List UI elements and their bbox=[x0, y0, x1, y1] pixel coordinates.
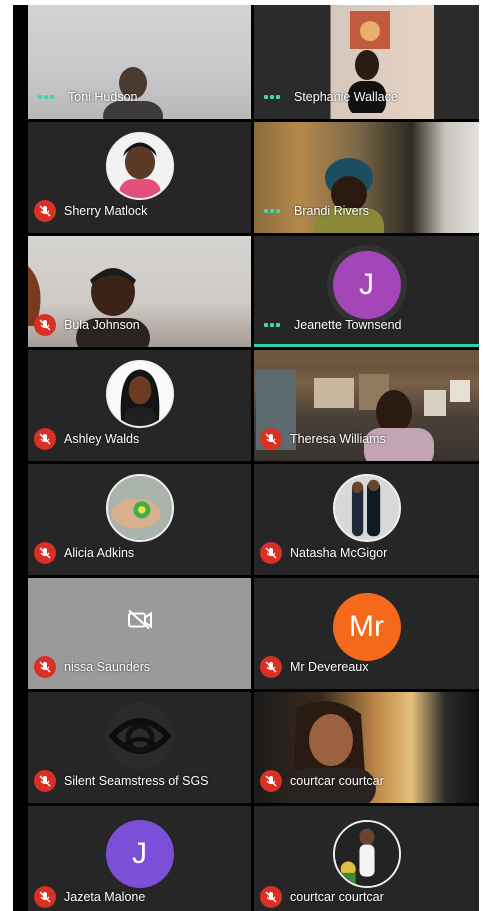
participant-name-row: Jeanette Townsend bbox=[260, 313, 402, 337]
participant-name-row: Stephanie Wallace bbox=[260, 85, 398, 109]
participant-tile[interactable]: Natasha McGigor bbox=[254, 464, 479, 575]
avatar bbox=[105, 132, 174, 201]
participant-name-row: Silent Seamstress of SGS bbox=[34, 769, 209, 793]
participant-name-row: Jazeta Malone bbox=[34, 885, 145, 909]
avatar bbox=[105, 360, 174, 429]
participant-name: Mr Devereaux bbox=[290, 660, 369, 674]
participant-name-row: Toni Hudson bbox=[34, 85, 138, 109]
participant-name-row: Natasha McGigor bbox=[260, 541, 387, 565]
participant-name: Brandi Rivers bbox=[294, 204, 370, 218]
avatar bbox=[105, 474, 174, 543]
participant-name: courtcar courtcar bbox=[290, 890, 384, 904]
avatar: Mr bbox=[332, 592, 401, 661]
mic-off-icon bbox=[34, 770, 56, 792]
participant-tile[interactable]: Bula Johnson bbox=[28, 236, 251, 347]
participant-name: Bula Johnson bbox=[64, 318, 140, 332]
participant-name-row: Ashley Walds bbox=[34, 427, 139, 451]
mic-off-icon bbox=[260, 542, 282, 564]
participant-tile[interactable]: nissa Saunders bbox=[28, 578, 251, 689]
participant-tile[interactable]: Brandi Rivers bbox=[254, 122, 479, 233]
participant-name: Alicia Adkins bbox=[64, 546, 135, 560]
participant-name: Jeanette Townsend bbox=[294, 318, 402, 332]
participant-name: Ashley Walds bbox=[64, 432, 140, 446]
participant-name: Silent Seamstress of SGS bbox=[64, 774, 209, 788]
participant-tile[interactable]: Sherry Matlock bbox=[28, 122, 251, 233]
participant-tile[interactable]: Mr Mr Devereaux bbox=[254, 578, 479, 689]
participant-name: Theresa Williams bbox=[290, 432, 386, 446]
audio-level-dots-icon bbox=[260, 323, 286, 327]
participant-name: Natasha McGigor bbox=[290, 546, 388, 560]
mic-off-icon bbox=[260, 428, 282, 450]
participant-name: nissa Saunders bbox=[64, 660, 151, 674]
participant-tile[interactable]: courtcar courtcar bbox=[254, 692, 479, 803]
mic-off-icon bbox=[34, 656, 56, 678]
mic-off-icon bbox=[34, 314, 56, 336]
participant-tile[interactable]: J Jazeta Malone bbox=[28, 806, 251, 911]
video-off-icon bbox=[127, 609, 153, 636]
participant-name-row: Theresa Williams bbox=[260, 427, 386, 451]
avatar-initials: Mr bbox=[349, 609, 384, 643]
participant-name: Toni Hudson bbox=[68, 90, 138, 104]
active-speaker-indicator bbox=[254, 344, 479, 347]
mic-off-icon bbox=[34, 542, 56, 564]
participant-name-row: Brandi Rivers bbox=[260, 199, 369, 223]
avatar bbox=[332, 820, 401, 889]
audio-level-dots-icon bbox=[34, 95, 60, 99]
participant-name-row: courtcar courtcar bbox=[260, 769, 384, 793]
avatar: J bbox=[105, 820, 174, 889]
mic-off-icon bbox=[34, 886, 56, 908]
avatar-initials: J bbox=[359, 267, 374, 301]
audio-level-dots-icon bbox=[260, 95, 286, 99]
participant-tile[interactable]: Stephanie Wallace bbox=[254, 5, 479, 119]
participant-name: Stephanie Wallace bbox=[294, 90, 398, 104]
audio-level-dots-icon bbox=[260, 209, 286, 213]
logo-avatar bbox=[105, 702, 174, 771]
participant-tile[interactable]: J Jeanette Townsend bbox=[254, 236, 479, 347]
mic-off-icon bbox=[34, 428, 56, 450]
mic-off-icon bbox=[260, 770, 282, 792]
participant-name: courtcar courtcar bbox=[290, 774, 384, 788]
participant-tile[interactable]: courtcar courtcar bbox=[254, 806, 479, 911]
participant-name-row: Bula Johnson bbox=[34, 313, 140, 337]
participant-name-row: Mr Devereaux bbox=[260, 655, 369, 679]
participant-name-row: Alicia Adkins bbox=[34, 541, 134, 565]
participant-tile[interactable]: Theresa Williams bbox=[254, 350, 479, 461]
avatar bbox=[332, 474, 401, 543]
participant-name-row: courtcar courtcar bbox=[260, 885, 384, 909]
participant-name: Jazeta Malone bbox=[64, 890, 146, 904]
avatar: J bbox=[332, 250, 401, 319]
avatar-initials: J bbox=[132, 837, 147, 871]
participant-grid: Toni Hudson Stephanie Wallace Sherry Mat… bbox=[13, 5, 479, 911]
participant-tile[interactable]: Ashley Walds bbox=[28, 350, 251, 461]
participant-name: Sherry Matlock bbox=[64, 204, 148, 218]
mic-off-icon bbox=[260, 886, 282, 908]
participant-tile[interactable]: Toni Hudson bbox=[28, 5, 251, 119]
mic-off-icon bbox=[260, 656, 282, 678]
participant-tile[interactable]: Silent Seamstress of SGS bbox=[28, 692, 251, 803]
mic-off-icon bbox=[34, 200, 56, 222]
participant-tile[interactable]: Alicia Adkins bbox=[28, 464, 251, 575]
participant-name-row: nissa Saunders bbox=[34, 655, 150, 679]
participant-name-row: Sherry Matlock bbox=[34, 199, 147, 223]
